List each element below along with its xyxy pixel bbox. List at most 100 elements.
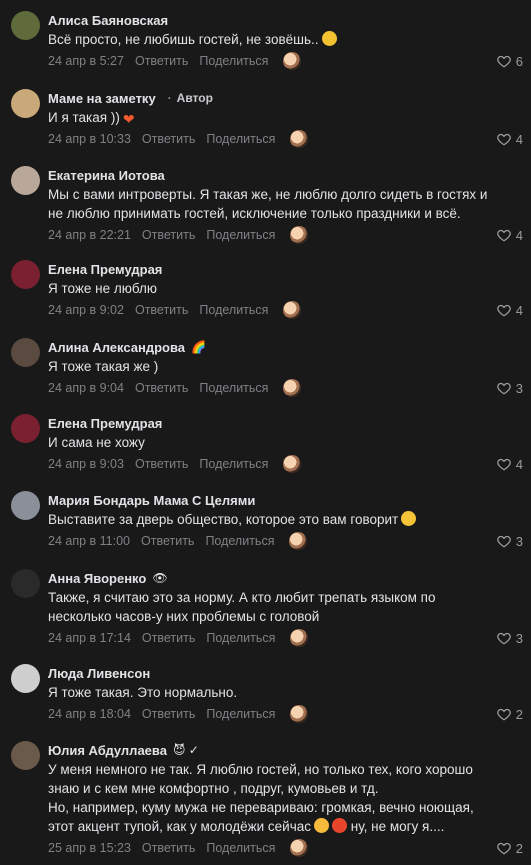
comment-date[interactable]: 24 апр в 9:04 [48,381,124,395]
share-button[interactable]: Поделиться [199,457,268,471]
reaction-icon[interactable] [290,839,309,857]
comment-date[interactable]: 24 апр в 18:04 [48,707,131,721]
comment-meta: 25 апр в 15:23 Ответить Поделиться [48,839,309,857]
comment-text: знаю и с кем мне комфортно , подруг, кум… [48,781,379,796]
author-name[interactable]: Юлия Абдуллаева [48,743,167,758]
share-button[interactable]: Поделиться [206,707,275,721]
reply-button[interactable]: Ответить [135,54,188,68]
like-button[interactable]: 3 [496,379,523,397]
comment-date[interactable]: 24 апр в 9:02 [48,303,124,317]
reply-button[interactable]: Ответить [135,457,188,471]
reaction-icon[interactable] [283,379,302,397]
author-badge: 😈 ✓ [172,743,199,757]
avatar[interactable] [11,89,40,118]
comment-meta: 24 апр в 9:03 Ответить Поделиться [48,455,302,473]
reaction-icon[interactable] [290,130,309,148]
heart-icon [496,382,511,395]
author-row: Люда Ливенсон [48,664,150,682]
avatar[interactable] [11,166,40,195]
emoji-icon [321,31,337,46]
comment-date[interactable]: 24 апр в 22:21 [48,228,131,242]
avatar[interactable] [11,491,40,520]
avatar[interactable] [11,11,40,40]
avatar[interactable] [11,414,40,443]
reply-button[interactable]: Ответить [135,381,188,395]
reaction-icon[interactable] [283,52,302,70]
reply-button[interactable]: Ответить [142,707,195,721]
reply-button[interactable]: Ответить [142,132,195,146]
share-button[interactable]: Поделиться [206,631,275,645]
comment-date[interactable]: 24 апр в 10:33 [48,132,131,146]
comment-text: Также, я считаю это за норму. А кто люби… [48,590,436,605]
avatar[interactable] [11,741,40,770]
comment-text: несколько часов-у них проблемы с головой [48,609,320,624]
avatar[interactable] [11,338,40,367]
like-count: 3 [515,630,523,646]
share-button[interactable]: Поделиться [206,841,275,855]
comment-item: Маме на заметку Автор И я такая ))❤ 24 апр … [0,84,531,150]
author-badge: 🌈 [191,340,206,354]
share-button[interactable]: Поделиться [206,228,275,242]
author-name[interactable]: Елена Премудрая [48,416,162,431]
reply-button[interactable]: Ответить [142,631,195,645]
reply-button[interactable]: Ответить [135,303,188,317]
comment-text: Выставите за дверь общество, которое это… [48,510,528,529]
reaction-icon[interactable] [290,629,309,647]
share-button[interactable]: Поделиться [206,132,275,146]
author-name[interactable]: Екатерина Иотова [48,168,165,183]
like-count: 3 [515,380,523,396]
heart-icon [496,133,511,146]
like-button[interactable]: 3 [496,629,523,647]
author-name[interactable]: Алиса Баяновская [48,13,168,28]
comment-date[interactable]: 24 апр в 9:03 [48,457,124,471]
comment-text: не люблю принимать гостей, исключение то… [48,206,461,221]
like-button[interactable]: 3 [496,532,523,550]
reply-button[interactable]: Ответить [142,841,195,855]
heart-icon [496,458,511,471]
author-name[interactable]: Мария Бондарь Мама С Целями [48,493,255,508]
like-button[interactable]: 2 [496,705,523,723]
comment-item: Юлия Абдуллаева 😈 ✓ У меня немного не так.… [0,736,531,859]
author-tag: Автор [168,91,213,105]
comment-date[interactable]: 24 апр в 5:27 [48,54,124,68]
comment-text: И сама не хожу [48,435,145,450]
author-name[interactable]: Люда Ливенсон [48,666,150,681]
like-button[interactable]: 2 [496,839,523,857]
author-row: Анна Яворенко 👁 [48,569,168,587]
author-name[interactable]: Елена Премудрая [48,262,162,277]
reaction-icon[interactable] [290,226,309,244]
like-button[interactable]: 4 [496,301,523,319]
like-button[interactable]: 4 [496,130,523,148]
comment-text: У меня немного не так. Я люблю гостей, н… [48,762,473,777]
author-name[interactable]: Анна Яворенко [48,571,146,586]
like-button[interactable]: 4 [496,226,523,244]
author-row: Алиса Баяновская [48,11,168,29]
author-name[interactable]: Маме на заметку [48,91,156,106]
heart-icon [496,55,511,68]
reaction-icon[interactable] [290,705,309,723]
share-button[interactable]: Поделиться [199,303,268,317]
share-button[interactable]: Поделиться [205,534,274,548]
share-button[interactable]: Поделиться [199,381,268,395]
emoji-icon [401,511,417,526]
comment-meta: 24 апр в 9:02 Ответить Поделиться [48,301,302,319]
emoji-icon [314,818,330,833]
reaction-icon[interactable] [283,455,302,473]
avatar[interactable] [11,260,40,289]
author-name[interactable]: Алина Александрова [48,340,185,355]
comment-date[interactable]: 24 апр в 17:14 [48,631,131,645]
like-count: 2 [515,840,523,856]
comment-meta: 24 апр в 11:00 Ответить Поделиться [48,532,308,550]
share-button[interactable]: Поделиться [199,54,268,68]
avatar[interactable] [11,569,40,598]
reaction-icon[interactable] [289,532,308,550]
like-button[interactable]: 6 [496,52,523,70]
comment-item: Алиса Баяновская Всё просто, не любишь го… [0,6,531,72]
reply-button[interactable]: Ответить [142,228,195,242]
avatar[interactable] [11,664,40,693]
comment-date[interactable]: 25 апр в 15:23 [48,841,131,855]
like-button[interactable]: 4 [496,455,523,473]
reply-button[interactable]: Ответить [141,534,194,548]
comment-date[interactable]: 24 апр в 11:00 [48,534,130,548]
reaction-icon[interactable] [283,301,302,319]
